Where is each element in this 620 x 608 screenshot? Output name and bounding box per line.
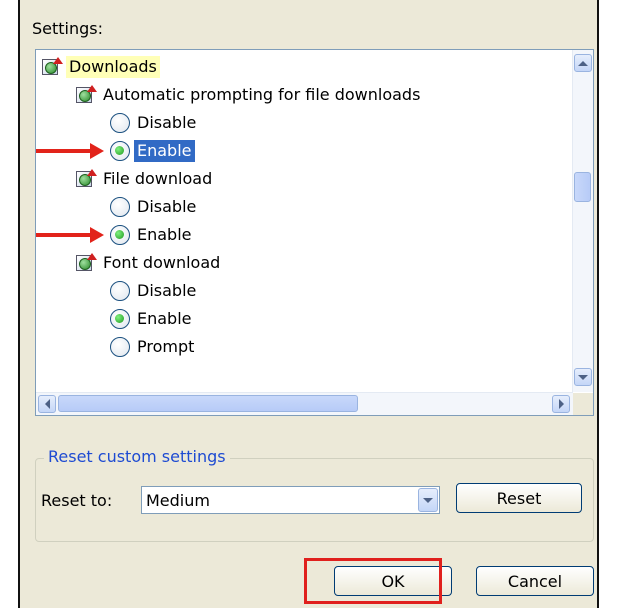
vertical-scrollbar[interactable] bbox=[572, 50, 593, 392]
radio-label: Enable bbox=[137, 225, 192, 244]
radio-label: Enable bbox=[133, 139, 196, 163]
globe-settings-icon bbox=[40, 57, 63, 76]
radio-label: Disable bbox=[137, 281, 197, 300]
radio-label: Enable bbox=[137, 309, 192, 328]
radio-button[interactable] bbox=[110, 141, 130, 161]
scroll-left-button[interactable] bbox=[38, 395, 56, 413]
chevron-up-icon bbox=[578, 60, 588, 66]
radio-button[interactable] bbox=[110, 197, 130, 217]
red-arrow-annotation bbox=[36, 227, 104, 243]
radio-option-enable[interactable]: Enable bbox=[110, 138, 196, 164]
radio-button[interactable] bbox=[110, 113, 130, 133]
settings-tree-list[interactable]: Downloads Automatic prompting for file d… bbox=[35, 49, 594, 416]
globe-settings-icon bbox=[74, 85, 97, 104]
red-arrow-annotation bbox=[36, 143, 104, 159]
tree-item-file-download[interactable]: File download bbox=[74, 166, 215, 192]
tree-item-downloads[interactable]: Downloads bbox=[40, 54, 160, 80]
tree-item-label: Downloads bbox=[66, 56, 160, 78]
ok-highlight-box bbox=[304, 558, 442, 604]
vertical-scroll-thumb[interactable] bbox=[574, 172, 591, 202]
chevron-down-icon bbox=[578, 374, 588, 380]
reset-to-label: Reset to: bbox=[41, 491, 113, 510]
globe-settings-icon bbox=[74, 169, 97, 188]
radio-button[interactable] bbox=[110, 225, 130, 245]
chevron-right-icon bbox=[558, 399, 564, 409]
radio-button[interactable] bbox=[110, 309, 130, 329]
dropdown-button[interactable] bbox=[418, 488, 438, 512]
reset-custom-settings-group: Reset custom settings Reset to: Medium R… bbox=[35, 447, 594, 542]
tree-item-font-download[interactable]: Font download bbox=[74, 250, 223, 276]
reset-button[interactable]: Reset bbox=[456, 483, 582, 513]
radio-option-enable[interactable]: Enable bbox=[110, 222, 195, 248]
settings-label: Settings: bbox=[32, 19, 104, 38]
radio-label: Disable bbox=[137, 113, 197, 132]
tree-item-label: Font download bbox=[103, 253, 221, 272]
radio-label: Prompt bbox=[137, 337, 195, 356]
radio-button[interactable] bbox=[110, 281, 130, 301]
scroll-down-button[interactable] bbox=[574, 368, 592, 386]
chevron-left-icon bbox=[44, 399, 50, 409]
scroll-right-button[interactable] bbox=[552, 395, 570, 413]
chevron-down-icon bbox=[423, 497, 433, 503]
cancel-button[interactable]: Cancel bbox=[476, 566, 594, 596]
group-legend: Reset custom settings bbox=[44, 447, 230, 466]
tree-item-label: Automatic prompting for file downloads bbox=[103, 85, 421, 104]
reset-level-value: Medium bbox=[146, 491, 210, 510]
radio-option-prompt[interactable]: Prompt bbox=[110, 334, 197, 360]
security-settings-dialog: Settings: Downloads Automatic prompting … bbox=[18, 0, 599, 608]
radio-option-enable[interactable]: Enable bbox=[110, 306, 195, 332]
globe-settings-icon bbox=[74, 253, 97, 272]
radio-button[interactable] bbox=[110, 337, 130, 357]
scrollbar-corner bbox=[573, 393, 593, 415]
reset-level-dropdown[interactable]: Medium bbox=[141, 486, 440, 514]
scroll-up-button[interactable] bbox=[574, 54, 592, 72]
radio-label: Disable bbox=[137, 197, 197, 216]
radio-option-disable[interactable]: Disable bbox=[110, 278, 199, 304]
radio-option-disable[interactable]: Disable bbox=[110, 194, 199, 220]
tree-item-label: File download bbox=[103, 169, 213, 188]
horizontal-scrollbar[interactable] bbox=[36, 392, 573, 415]
radio-option-disable[interactable]: Disable bbox=[110, 110, 199, 136]
tree-item-automatic-prompting[interactable]: Automatic prompting for file downloads bbox=[74, 82, 423, 108]
horizontal-scroll-thumb[interactable] bbox=[58, 395, 358, 412]
